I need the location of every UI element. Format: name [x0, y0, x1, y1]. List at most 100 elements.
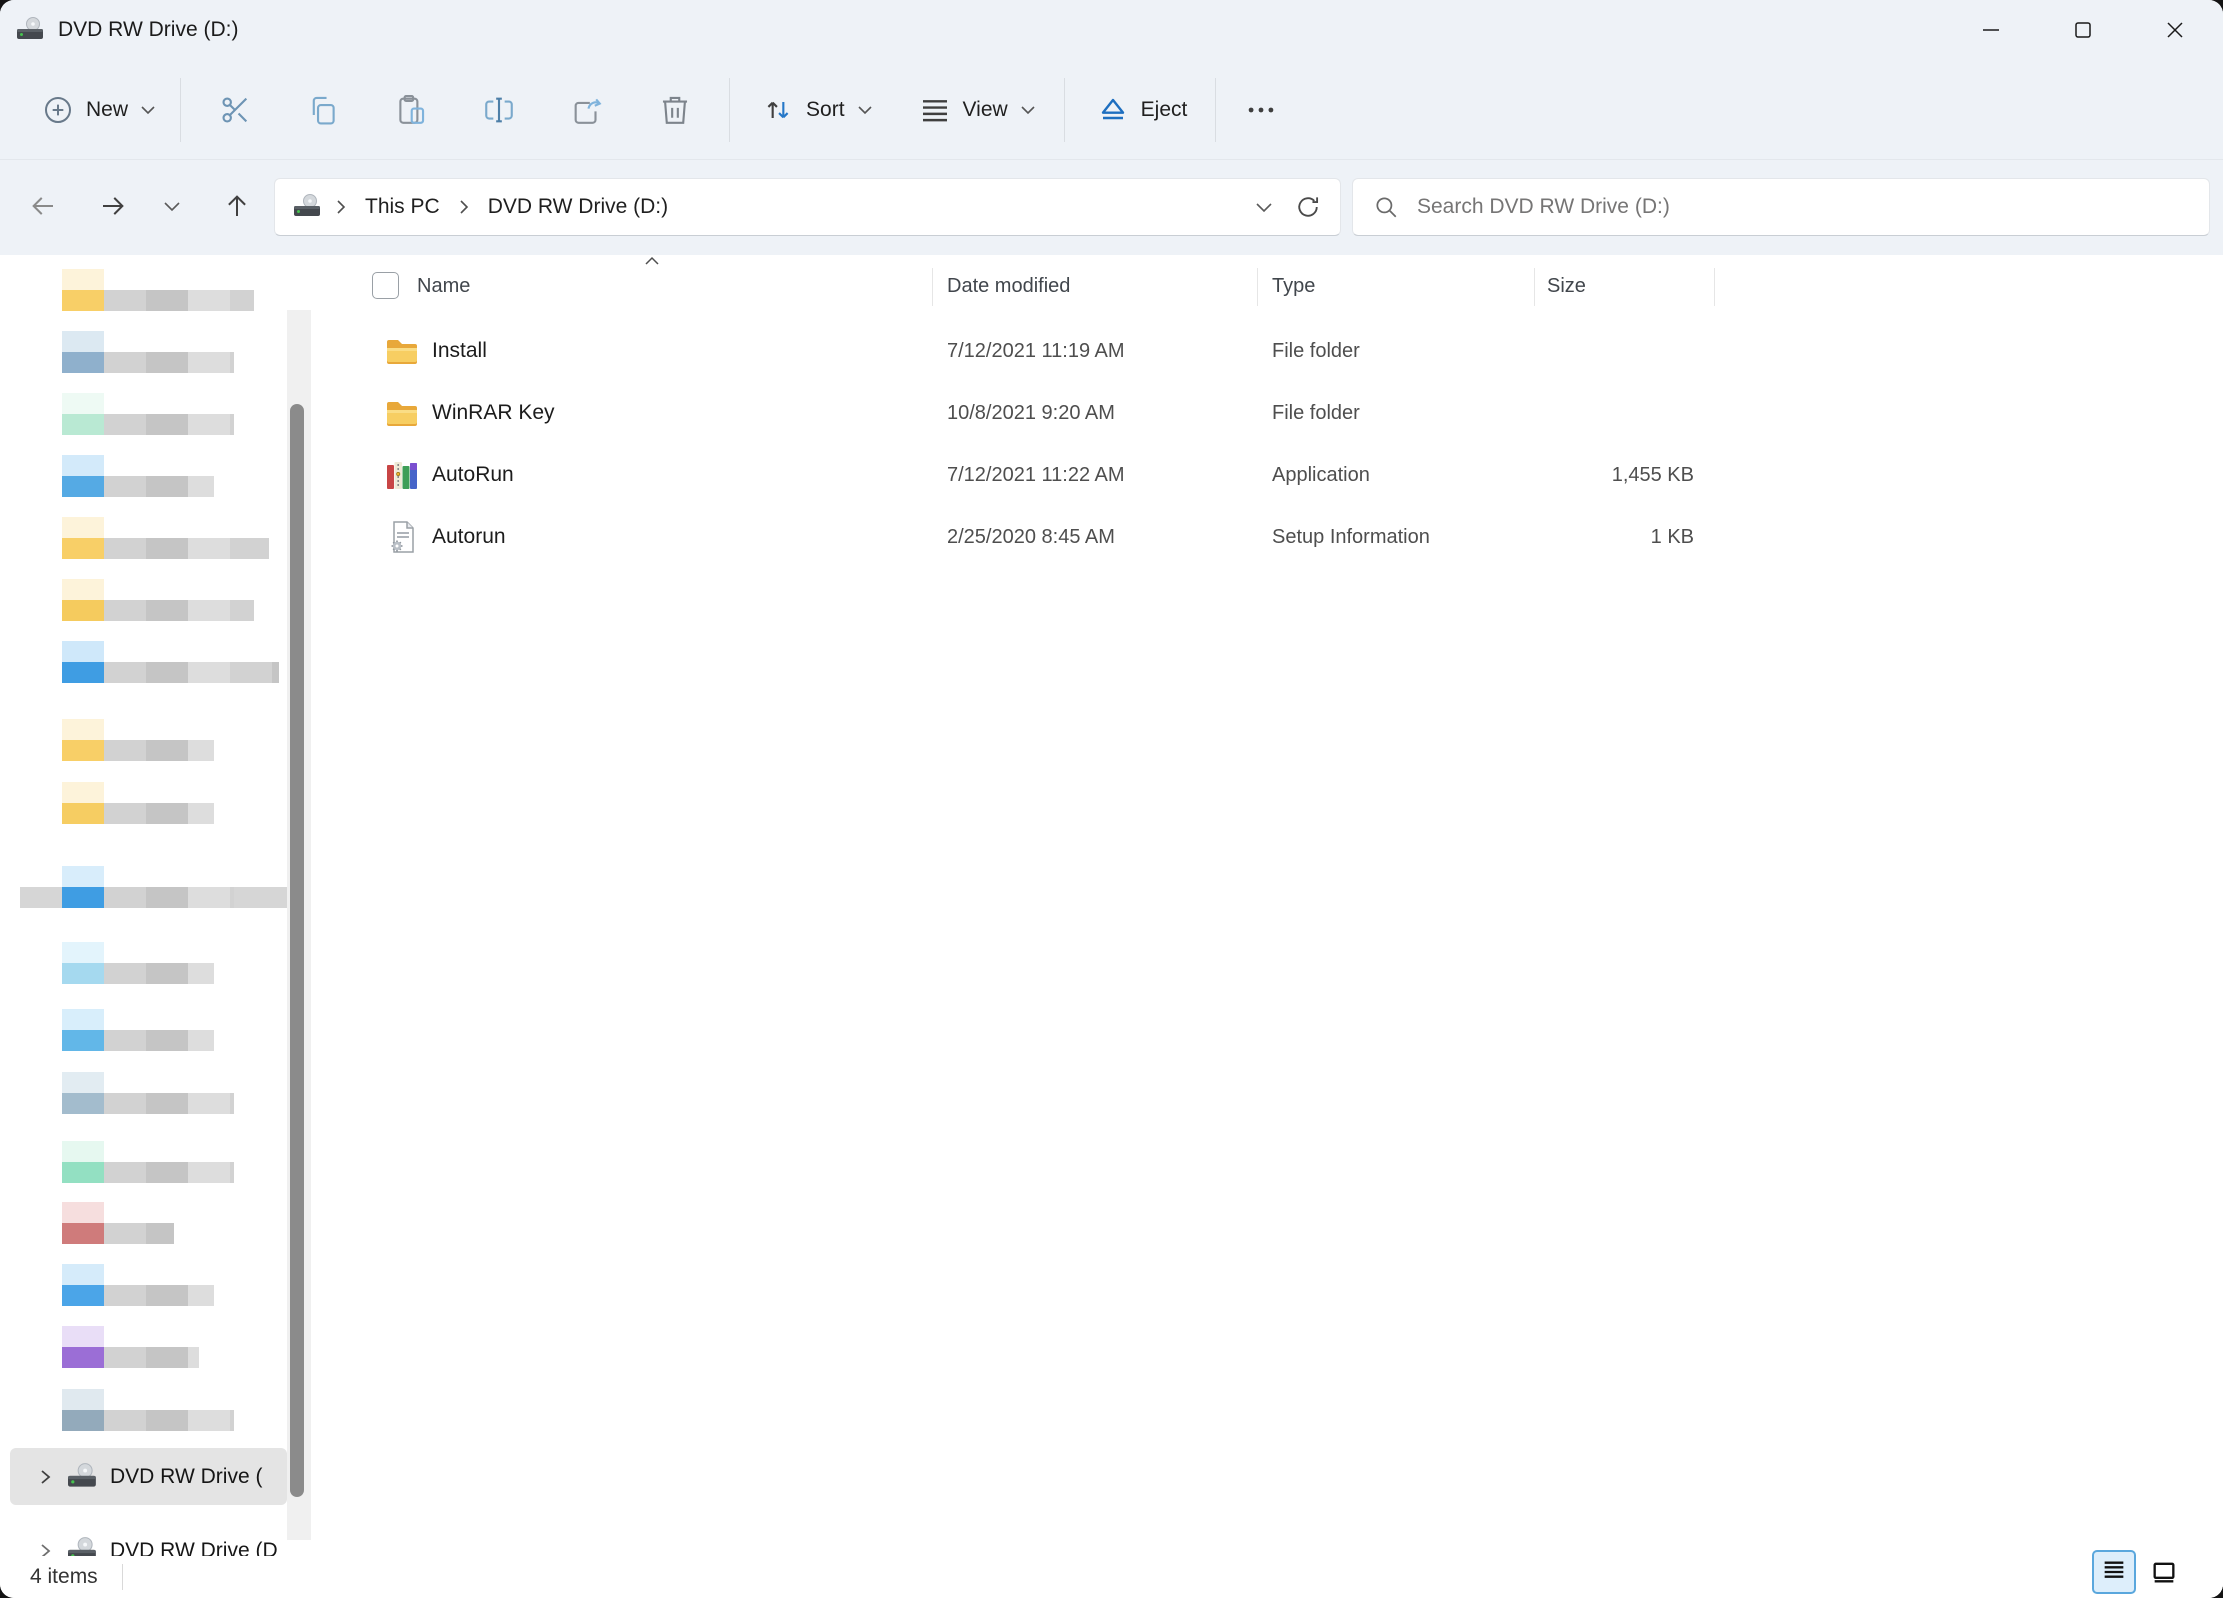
- column-header-date[interactable]: Date modified: [947, 262, 1070, 310]
- file-size: [1534, 382, 1694, 444]
- search-input[interactable]: [1415, 194, 2159, 220]
- address-dropdown-button[interactable]: [1242, 185, 1286, 229]
- see-more-button[interactable]: [1226, 74, 1296, 146]
- blurred-icon: [62, 719, 104, 740]
- sidebar-item-label: DVD RW Drive (: [110, 1465, 262, 1489]
- blurred-icon: [62, 1326, 104, 1347]
- column-resize-handle[interactable]: [932, 268, 933, 306]
- column-header-size[interactable]: Size: [1547, 262, 1586, 310]
- file-name: Autorun: [432, 506, 506, 568]
- plus-circle-icon: [42, 94, 74, 126]
- sidebar-item-dvd-drive-partial[interactable]: DVD RW Drive (D: [10, 1522, 287, 1556]
- view-button[interactable]: View: [905, 74, 1050, 146]
- breadcrumb-chevron-icon: [335, 199, 347, 215]
- file-row[interactable]: Autorun2/25/2020 8:45 AMSetup Informatio…: [312, 506, 2223, 568]
- rename-button[interactable]: [455, 74, 543, 146]
- sidebar-item-dvd-drive[interactable]: DVD RW Drive (: [10, 1448, 287, 1505]
- select-all-checkbox[interactable]: [372, 272, 399, 299]
- share-button[interactable]: [543, 74, 631, 146]
- details-view-button[interactable]: [2092, 1550, 2136, 1594]
- breadcrumb-this-pc[interactable]: This PC: [359, 191, 446, 223]
- file-list-area: Name Date modified Type Size Install 7/12…: [312, 255, 2223, 1598]
- folder-icon: [384, 333, 420, 369]
- column-header-type[interactable]: Type: [1272, 262, 1315, 310]
- blurred-icon: [62, 1141, 104, 1162]
- dvd-drive-icon: [293, 193, 323, 221]
- tree-expand-chevron-icon[interactable]: [38, 1468, 52, 1486]
- chevron-down-icon: [1020, 105, 1036, 115]
- file-row[interactable]: WinRAR Key 10/8/2021 9:20 AM File folder: [312, 382, 2223, 444]
- up-button[interactable]: [210, 178, 264, 234]
- copy-button[interactable]: [279, 74, 367, 146]
- chevron-down-icon: [140, 105, 156, 115]
- file-name: WinRAR Key: [432, 382, 555, 444]
- eject-button[interactable]: Eject: [1083, 74, 1202, 146]
- blurred-label: [104, 1347, 199, 1368]
- new-button[interactable]: New: [28, 74, 170, 146]
- chevron-down-icon: [857, 105, 873, 115]
- view-label: View: [963, 98, 1008, 122]
- refresh-button[interactable]: [1286, 185, 1330, 229]
- column-header-name[interactable]: Name: [417, 262, 470, 310]
- blurred-icon: [62, 600, 104, 621]
- view-mode-toggles: [2092, 1550, 2186, 1594]
- sidebar-scrollbar-thumb[interactable]: [290, 404, 304, 1497]
- file-type: Application: [1272, 444, 1370, 506]
- address-bar-controls: [1242, 185, 1330, 229]
- arrow-right-icon: [98, 191, 128, 221]
- blurred-label: [104, 414, 234, 435]
- file-row[interactable]: AutoRun7/12/2021 11:22 AMApplication1,45…: [312, 444, 2223, 506]
- blurred-label: [104, 600, 254, 621]
- file-type: File folder: [1272, 382, 1360, 444]
- maximize-button[interactable]: [2037, 0, 2129, 60]
- file-date-modified: 10/8/2021 9:20 AM: [947, 382, 1115, 444]
- file-row[interactable]: Install 7/12/2021 11:19 AM File folder: [312, 320, 2223, 382]
- blurred-icon: [62, 1389, 104, 1410]
- forward-button[interactable]: [86, 178, 140, 234]
- sidebar-item-label: DVD RW Drive (D: [110, 1539, 278, 1557]
- blurred-icon: [62, 414, 104, 435]
- blurred-icon: [62, 662, 104, 683]
- paste-button[interactable]: [367, 74, 455, 146]
- delete-button[interactable]: [631, 74, 719, 146]
- column-resize-handle[interactable]: [1714, 268, 1715, 306]
- back-button[interactable]: [16, 178, 70, 234]
- blurred-label: [104, 352, 234, 373]
- file-type: File folder: [1272, 320, 1360, 382]
- toolbar-divider: [1215, 78, 1216, 142]
- cut-button[interactable]: [191, 74, 279, 146]
- blurred-icon: [62, 740, 104, 761]
- blurred-icon: [62, 455, 104, 476]
- clipboard-icon: [394, 93, 428, 127]
- title-bar: DVD RW Drive (D:): [0, 0, 2223, 60]
- more-dots-icon: [1244, 93, 1278, 127]
- large-icons-view-button[interactable]: [2142, 1550, 2186, 1594]
- tree-expand-chevron-icon[interactable]: [38, 1542, 52, 1557]
- breadcrumb-current[interactable]: DVD RW Drive (D:): [482, 191, 674, 223]
- blurred-icon: [62, 290, 104, 311]
- view-icon: [919, 94, 951, 126]
- breadcrumb: This PC DVD RW Drive (D:): [293, 191, 674, 223]
- column-resize-handle[interactable]: [1257, 268, 1258, 306]
- blurred-icon: [62, 963, 104, 984]
- file-name: Install: [432, 320, 487, 382]
- eject-icon: [1097, 94, 1129, 126]
- file-date-modified: 7/12/2021 11:19 AM: [947, 320, 1125, 382]
- address-bar[interactable]: This PC DVD RW Drive (D:): [274, 178, 1341, 236]
- blurred-label: [104, 1285, 214, 1306]
- column-resize-handle[interactable]: [1534, 268, 1535, 306]
- search-box: [1352, 178, 2210, 236]
- close-button[interactable]: [2129, 0, 2221, 60]
- minimize-button[interactable]: [1945, 0, 2037, 60]
- status-bar: 4 items: [0, 1556, 2223, 1598]
- file-date-modified: 7/12/2021 11:22 AM: [947, 444, 1125, 506]
- blurred-label: [104, 1410, 234, 1431]
- blurred-icon: [62, 1202, 104, 1223]
- recent-locations-button[interactable]: [150, 178, 194, 234]
- arrow-up-icon: [222, 191, 252, 221]
- details-view-icon: [2100, 1558, 2128, 1586]
- dvd-drive-icon: [16, 16, 46, 44]
- sort-button[interactable]: Sort: [748, 74, 887, 146]
- blurred-icon: [62, 1093, 104, 1114]
- blurred-icon: [62, 269, 104, 290]
